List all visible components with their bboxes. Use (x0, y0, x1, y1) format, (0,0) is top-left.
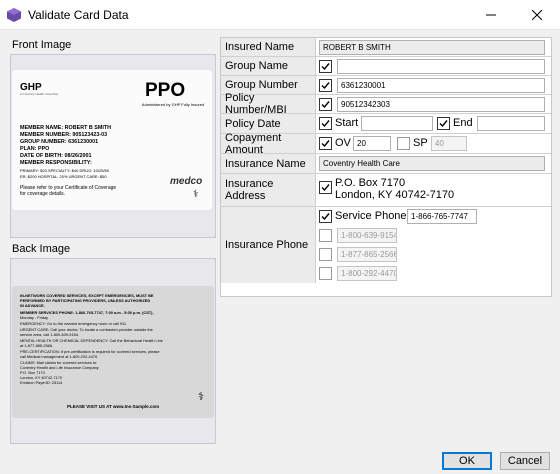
row-insured-name: Insured Name ROBERT B SMITH (221, 38, 551, 57)
card-line: MEMBER NAME: ROBERT B SMITH (20, 125, 112, 131)
close-icon (532, 10, 542, 20)
checkmark-icon (439, 120, 448, 128)
group-number-checkbox[interactable] (319, 79, 332, 92)
checkmark-icon (321, 101, 330, 109)
policy-start-checkbox[interactable] (319, 117, 332, 130)
policy-start-input[interactable] (361, 116, 433, 131)
policy-date-label: Policy Date (221, 114, 316, 133)
close-button[interactable] (514, 0, 560, 30)
row-policy-number: Policy Number/MBI 90512342303 (221, 92, 551, 116)
sp-input[interactable]: 40 (431, 136, 467, 151)
card-footer-line: for coverage details. (20, 191, 66, 197)
card-copay-line: ER: $200 HOSPITAL: 20% URGENT CARE: $50 (20, 174, 107, 179)
back-card-image: IN-NETWORK COVERED SERVICES, EXCEPT EMER… (12, 286, 214, 418)
ok-button[interactable]: OK (442, 452, 492, 470)
sp-checkbox[interactable] (397, 137, 410, 150)
start-label: Start (335, 117, 359, 129)
alt-phone-checkbox-3[interactable] (319, 267, 332, 280)
group-name-input[interactable] (337, 59, 545, 74)
policy-number-input[interactable]: 90512342303 (337, 97, 545, 112)
website-line: PLEASE VISIT US AT www.Ins-Sample.com (67, 404, 160, 409)
card-data-grid: Insured Name ROBERT B SMITH Group Name G… (220, 37, 552, 297)
card-line: MEMBER NUMBER: 905123423-03 (20, 132, 108, 138)
copayment-label: Copayment Amount (221, 132, 316, 156)
insurance-address-label: Insurance Address (221, 174, 316, 206)
ov-input[interactable]: 20 (353, 136, 391, 151)
insurance-phone-label: Insurance Phone (221, 207, 316, 283)
pharmacy-logo: medco (170, 176, 203, 187)
group-number-input[interactable]: 6361230001 (337, 78, 545, 93)
address-line-2: London, KY 40742-7170 (335, 189, 455, 201)
back-image-label: Back Image (12, 243, 71, 255)
insurance-name-field[interactable]: Coventry Health Care (319, 156, 545, 171)
checkmark-icon (321, 184, 330, 192)
administered-by: Administered by GHP Fully Insured (141, 102, 205, 107)
plan-type: PPO (145, 80, 186, 101)
back-line: Monday - Friday (20, 315, 49, 320)
policy-end-checkbox[interactable] (437, 117, 450, 130)
back-line: IN ADVANCE. (20, 303, 45, 308)
front-image-label: Front Image (12, 39, 72, 51)
back-line: at 1-877-865-2566. (20, 343, 54, 348)
back-line: EMERGENCY: Go to the nearest emergency r… (20, 321, 128, 326)
card-line: DATE OF BIRTH: 08/26/2001 (20, 153, 92, 159)
sp-label: SP (413, 137, 428, 149)
address-line-1: P.O. Box 7170 (335, 177, 406, 189)
policy-number-label: Policy Number/MBI (221, 92, 316, 116)
alt-phone-input-1[interactable]: 1-800-639-9154 (337, 228, 397, 243)
alt-phone-checkbox-2[interactable] (319, 248, 332, 261)
ov-checkbox[interactable] (319, 137, 332, 150)
minimize-button[interactable] (468, 0, 514, 30)
alt-phone-input-3[interactable]: 1-800-292-4470 (337, 266, 397, 281)
checkmark-icon (321, 82, 330, 90)
alt-phone-input-2[interactable]: 1-877-865-2566 (337, 247, 397, 262)
card-line: MEMBER RESPONSIBILITY: (20, 160, 92, 166)
front-card-image: GHP A Coventry Health Care Plan PPO Admi… (12, 70, 212, 210)
card-line: PLAN: PPO (20, 146, 50, 152)
insurance-name-label: Insurance Name (221, 154, 316, 173)
row-group-name: Group Name (221, 57, 551, 76)
card-logo-sub: A Coventry Health Care Plan (20, 92, 59, 96)
minimize-icon (486, 14, 496, 16)
back-line: Emdeon PayerID: 25114 (20, 380, 63, 385)
checkmark-icon (321, 140, 330, 148)
card-line: GROUP NUMBER: 6361230001 (20, 139, 99, 145)
policy-end-input[interactable] (477, 116, 545, 131)
row-insurance-address: Insurance Address P.O. Box 7170 London, … (221, 174, 551, 207)
service-phone-label: Service Phone: (335, 210, 410, 222)
back-line: service area, call 1-800-639-9154. (20, 332, 80, 337)
checkmark-icon (321, 63, 330, 71)
service-phone-input[interactable]: 1-866-765-7747 (407, 209, 477, 224)
alt-phone-checkbox-1[interactable] (319, 229, 332, 242)
caduceus-icon: ⚕ (198, 391, 204, 403)
app-icon (7, 8, 21, 22)
insured-name-label: Insured Name (221, 38, 316, 56)
group-name-checkbox[interactable] (319, 60, 332, 73)
checkmark-icon (321, 120, 330, 128)
insured-name-field[interactable]: ROBERT B SMITH (319, 40, 545, 55)
end-label: End (453, 117, 473, 129)
caduceus-icon: ⚕ (193, 189, 199, 200)
service-phone-checkbox[interactable] (319, 210, 332, 223)
back-line: call Medical management at 1-800-292-447… (20, 354, 99, 359)
ov-label: OV (335, 137, 351, 149)
row-insurance-phone: Insurance Phone Service Phone: 1-866-765… (221, 207, 551, 283)
row-insurance-name: Insurance Name Coventry Health Care (221, 154, 551, 174)
group-name-label: Group Name (221, 57, 316, 75)
window-title: Validate Card Data (28, 8, 129, 22)
row-copayment: Copayment Amount OV 20 SP 40 (221, 132, 551, 156)
policy-number-checkbox[interactable] (319, 98, 332, 111)
cancel-button[interactable]: Cancel (500, 452, 550, 470)
checkmark-icon (321, 213, 330, 221)
insurance-address-checkbox[interactable] (319, 181, 332, 194)
title-bar: Validate Card Data (0, 0, 560, 30)
card-copay-line: PRIMARY: $20 SPECIALTY: $40 DRUG: 10/25/… (20, 168, 110, 173)
